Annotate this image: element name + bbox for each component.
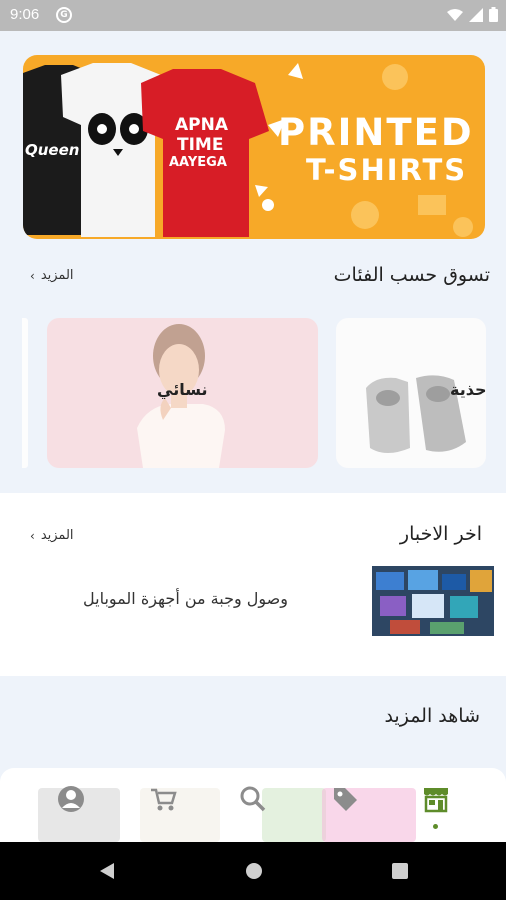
category-card-shoes[interactable]: أحذية <box>336 318 486 468</box>
categories-title: تسوق حسب الفئات <box>333 264 490 286</box>
search-icon[interactable] <box>238 784 268 814</box>
chevron-left-icon: ‹ <box>30 528 35 543</box>
news-title: اخر الاخبار <box>399 523 482 545</box>
status-bar: 9:06 G <box>0 0 506 31</box>
store-icon[interactable] <box>421 784 451 814</box>
home-icon[interactable] <box>244 861 264 881</box>
status-icons <box>447 7 498 22</box>
sync-icon: G <box>56 7 72 23</box>
news-item-text[interactable]: وصول وجبة من أجهزة الموبايل <box>83 589 288 608</box>
category-card-women[interactable]: نسائي <box>47 318 318 468</box>
bottom-nav <box>0 768 506 842</box>
product-preview-ghost <box>262 788 326 842</box>
back-icon[interactable] <box>96 861 116 881</box>
shirt-text-aayega: AAYEGA <box>169 155 227 170</box>
news-section: اخر الاخبار ‹ المزيد وصول وجبة من أجهزة … <box>0 493 506 676</box>
active-tab-indicator <box>433 824 438 829</box>
shirt-text-apna: APNA <box>175 115 229 135</box>
news-more-link[interactable]: ‹ المزيد <box>30 528 74 543</box>
more-section-title: شاهد المزيد <box>384 705 480 727</box>
news-more-label: المزيد <box>40 528 74 543</box>
categories-more-link[interactable]: ‹ المزيد <box>30 268 74 283</box>
category-label-shoes: أحذية <box>450 380 486 399</box>
chevron-left-icon: ‹ <box>30 268 35 283</box>
promo-banner[interactable]: Queen APNA TIME AAYEGA PRINTED T-SHIRTS <box>23 55 485 239</box>
categories-more-label: المزيد <box>40 268 74 283</box>
category-card-partial[interactable] <box>22 318 28 468</box>
category-label-women: نسائي <box>157 380 208 399</box>
profile-icon[interactable] <box>56 784 86 814</box>
wifi-icon <box>447 8 463 21</box>
banner-title-line1: PRINTED <box>278 111 474 154</box>
battery-icon <box>489 7 498 22</box>
signal-icon <box>469 7 483 22</box>
phones-image <box>372 566 494 636</box>
system-nav-bar <box>0 842 506 900</box>
tag-icon[interactable] <box>330 784 360 814</box>
banner-title-line2: T-SHIRTS <box>306 153 468 187</box>
news-thumbnail[interactable] <box>372 566 494 636</box>
status-time: 9:06 <box>10 6 40 23</box>
shirt-text-queen: Queen <box>25 141 80 159</box>
shirt-text-time: TIME <box>177 135 224 155</box>
cart-icon[interactable] <box>148 784 178 814</box>
recents-icon[interactable] <box>390 861 410 881</box>
